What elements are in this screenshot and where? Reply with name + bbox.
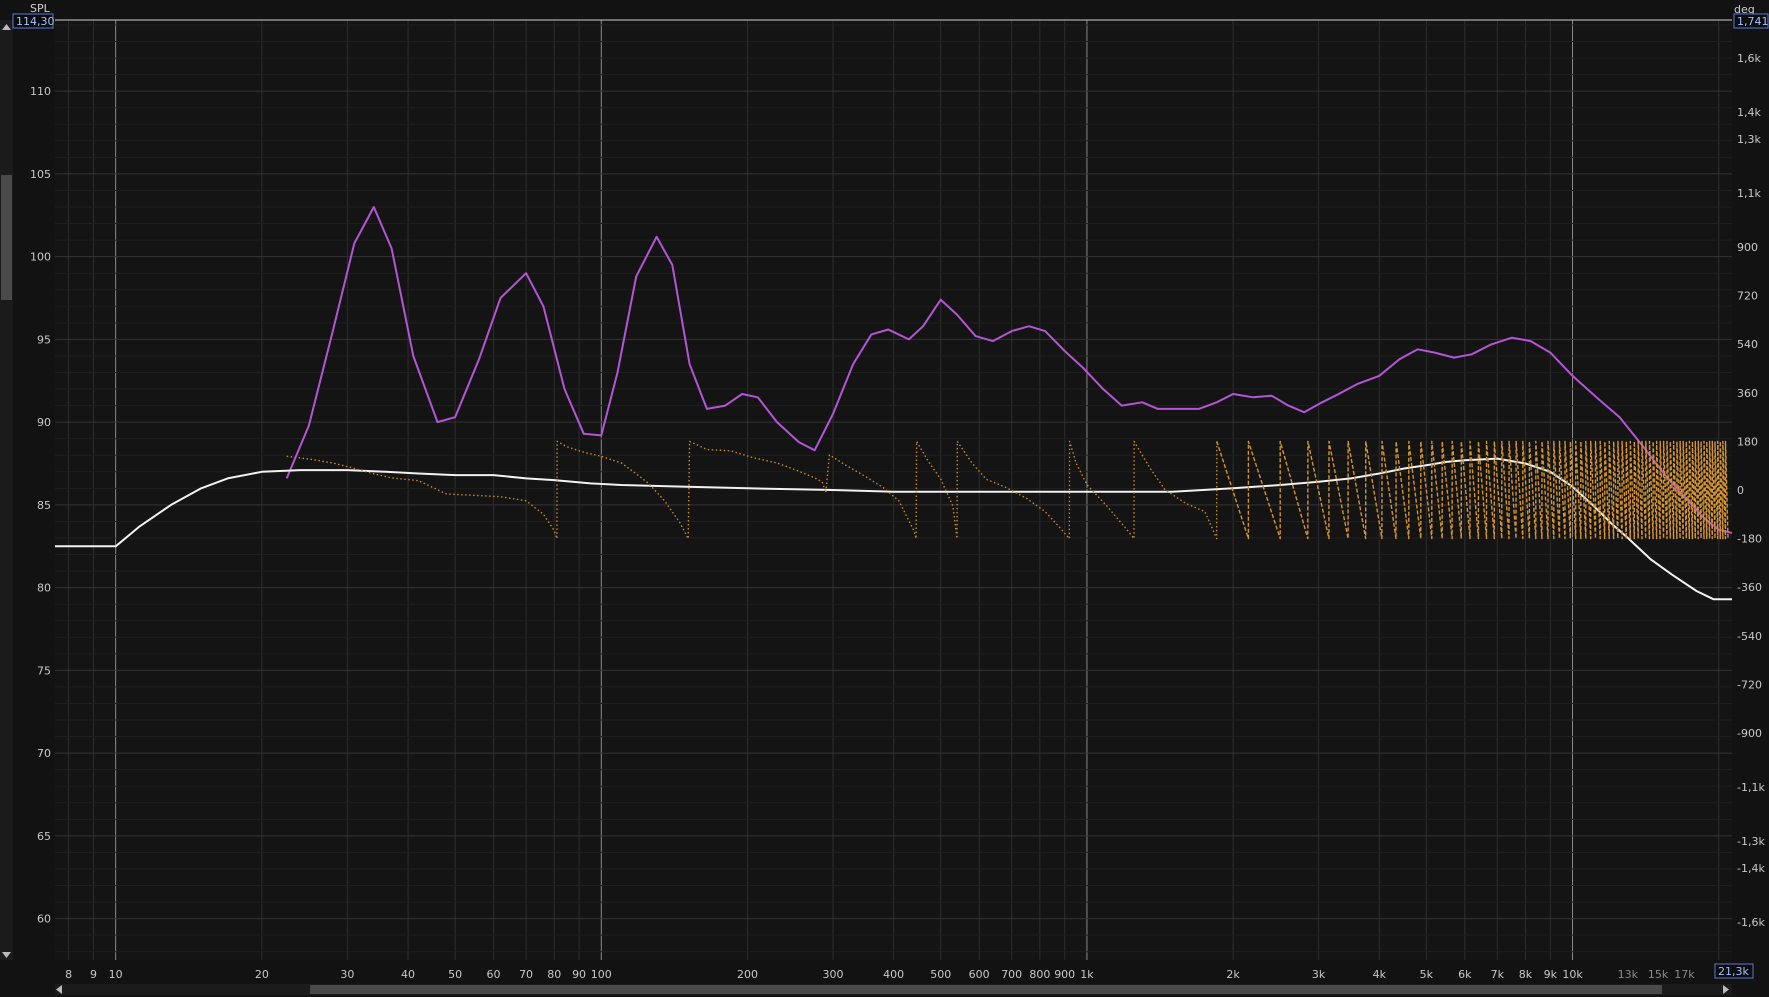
y2-tick-label: 720: [1737, 290, 1758, 303]
y2-tick-label: 180: [1737, 435, 1758, 448]
x-tick-label: 600: [969, 968, 990, 981]
x-tick-label: 40: [401, 968, 415, 981]
y-tick-label: 95: [37, 333, 51, 346]
y-tick-label: 65: [37, 830, 51, 843]
vertical-scroll-thumb[interactable]: [1, 175, 12, 300]
x-tick-label: 10: [109, 968, 123, 981]
x-tick-label: 2k: [1226, 968, 1240, 981]
y-axis-label: SPL: [30, 2, 51, 15]
y2-tick-label: -720: [1737, 678, 1762, 691]
y-tick-label: 105: [30, 168, 51, 181]
x-tick-label: 15k: [1648, 968, 1669, 981]
y2-tick-label: 540: [1737, 338, 1758, 351]
x-tick-label: 60: [487, 968, 501, 981]
x-tick-label: 17k: [1674, 968, 1695, 981]
y2-tick-label: 1,4k: [1737, 106, 1761, 119]
y-tick-label: 90: [37, 416, 51, 429]
x-tick-label: 8: [65, 968, 72, 981]
vertical-scrollbar[interactable]: [0, 20, 13, 960]
x-tick-label: 30: [340, 968, 354, 981]
y2max-readout: 1,741: [1737, 15, 1769, 28]
y2-tick-label: -1,1k: [1737, 781, 1765, 794]
y2-tick-label: -1,6k: [1737, 916, 1765, 929]
y-tick-label: 110: [30, 85, 51, 98]
x-tick-label: 10k: [1562, 968, 1583, 981]
x-tick-label: 6k: [1458, 968, 1472, 981]
x-tick-label: 9k: [1544, 968, 1558, 981]
y-tick-label: 100: [30, 251, 51, 264]
x-tick-label: 5k: [1420, 968, 1434, 981]
x-tick-label: 4k: [1373, 968, 1387, 981]
x-tick-label: 100: [591, 968, 612, 981]
y2-tick-label: -900: [1737, 727, 1762, 740]
y2-tick-label: 360: [1737, 387, 1758, 400]
y2-tick-label: -1,3k: [1737, 835, 1765, 848]
x-tick-label: 200: [737, 968, 758, 981]
x-tick-label: 400: [883, 968, 904, 981]
x-tick-label: 800: [1029, 968, 1050, 981]
y2-tick-label: 0: [1737, 484, 1744, 497]
y-tick-label: 75: [37, 664, 51, 677]
y2-tick-label: 1,6k: [1737, 52, 1761, 65]
y-tick-label: 60: [37, 913, 51, 926]
x-tick-label: 13k: [1618, 968, 1639, 981]
x-tick-label: 7k: [1491, 968, 1505, 981]
y2-tick-label: -180: [1737, 533, 1762, 546]
xmax-readout: 21,3k: [1718, 965, 1749, 978]
x-tick-label: 9: [90, 968, 97, 981]
ymax-readout: 114,30: [16, 15, 55, 28]
x-tick-label: 8k: [1519, 968, 1533, 981]
y-tick-label: 80: [37, 582, 51, 595]
y2-tick-label: 900: [1737, 241, 1758, 254]
x-tick-label: 90: [572, 968, 586, 981]
y2-tick-label: 1,1k: [1737, 187, 1761, 200]
x-tick-label: 20: [255, 968, 269, 981]
x-tick-label: 3k: [1312, 968, 1326, 981]
x-tick-label: 1k: [1080, 968, 1094, 981]
y2-tick-label: -540: [1737, 630, 1762, 643]
horizontal-scroll-thumb[interactable]: [310, 985, 1662, 994]
x-tick-label: 500: [930, 968, 951, 981]
y2-tick-label: -1,4k: [1737, 862, 1765, 875]
frequency-response-chart[interactable]: 8 9 10 20 30 40 50 60 70 80 90 100 200 300 400 500 600 70…: [0, 0, 1769, 997]
x-tick-label: 50: [448, 968, 462, 981]
x-tick-label: 300: [822, 968, 843, 981]
y-tick-label: 85: [37, 499, 51, 512]
x-tick-label: 700: [1001, 968, 1022, 981]
x-tick-label: 80: [547, 968, 561, 981]
y2-tick-label: 1,3k: [1737, 133, 1761, 146]
x-tick-label: 70: [519, 968, 533, 981]
y2-tick-label: -360: [1737, 581, 1762, 594]
x-tick-label: 900: [1054, 968, 1075, 981]
y-tick-label: 70: [37, 747, 51, 760]
